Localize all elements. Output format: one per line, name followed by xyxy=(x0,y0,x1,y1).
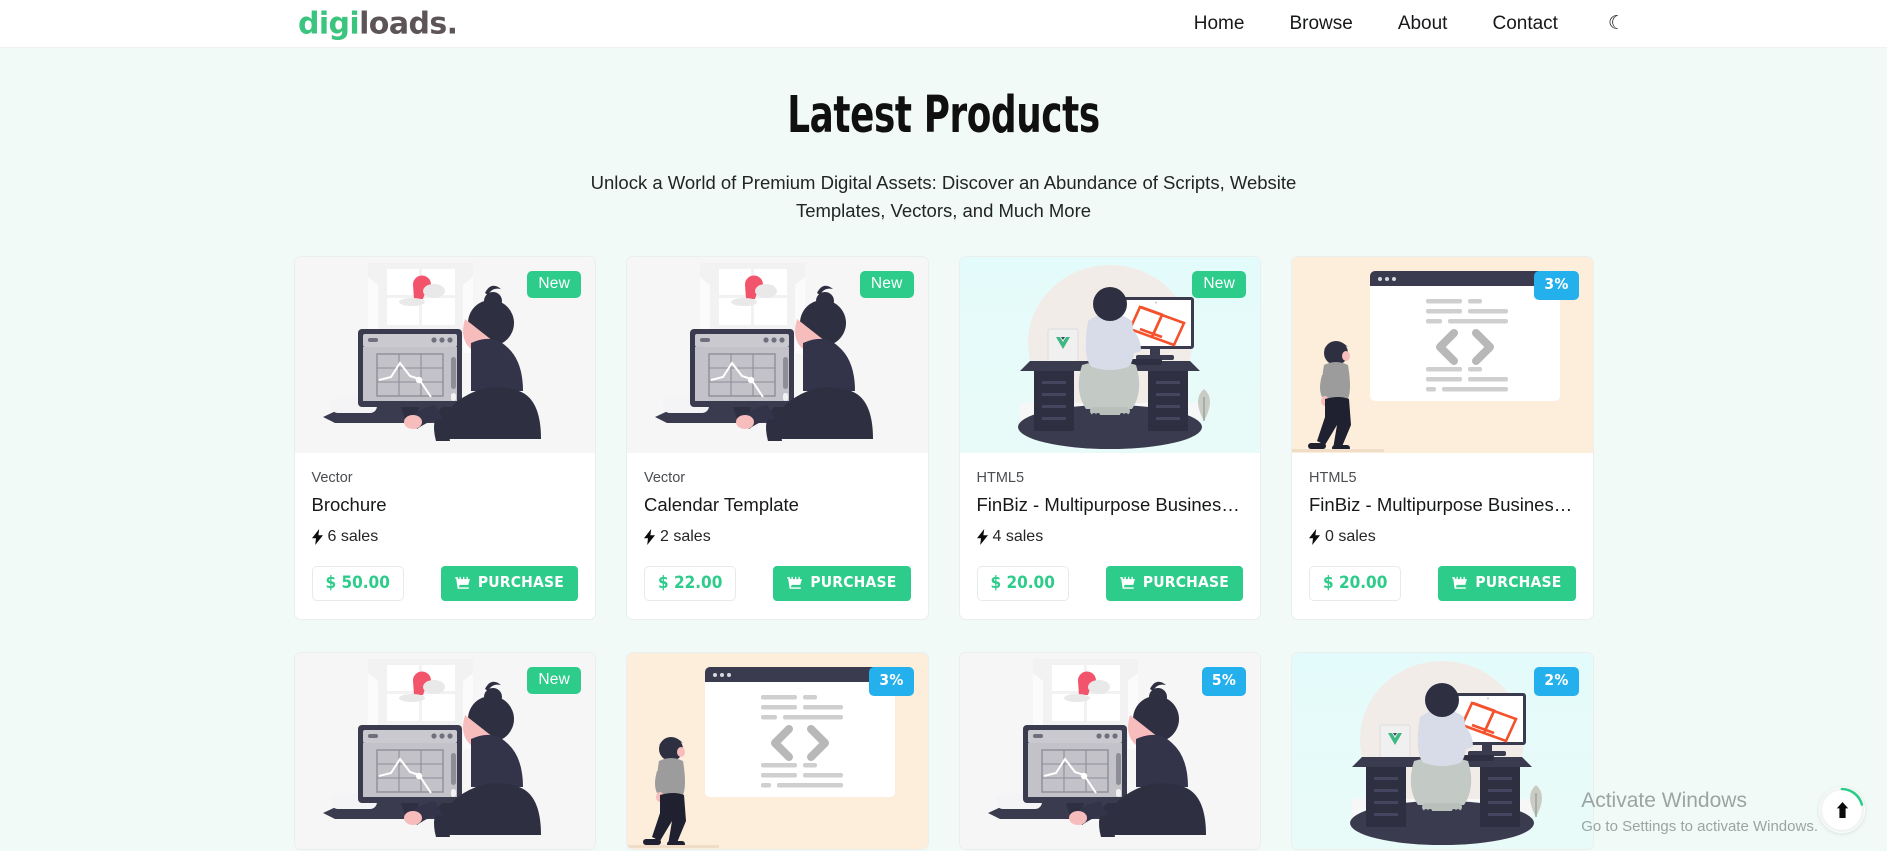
product-footer: $ 20.00 PURCHASE xyxy=(1309,566,1576,602)
bolt-icon xyxy=(976,529,988,546)
purchase-button-label: PURCHASE xyxy=(810,573,897,592)
product-card[interactable]: 3% xyxy=(626,652,929,851)
product-card[interactable]: New xyxy=(293,652,596,851)
product-image: New xyxy=(294,257,595,454)
purchase-button-label: PURCHASE xyxy=(477,573,564,592)
brand-logo-first: digi xyxy=(298,6,360,41)
watermark-subtitle: Go to Settings to activate Windows. xyxy=(1581,818,1818,835)
badge-discount[interactable]: 2% xyxy=(1534,667,1579,696)
product-grid-row-1: New Vector Brochure 6 sales $ 50.00 PURC… xyxy=(293,256,1594,621)
purchase-button[interactable]: PURCHASE xyxy=(1105,566,1243,601)
product-image: 3% xyxy=(627,653,928,850)
product-sales: 4 sales xyxy=(976,528,1244,546)
product-card[interactable]: 5% xyxy=(958,652,1261,851)
product-title[interactable]: Calendar Template xyxy=(644,493,911,516)
product-sales-count: 0 sales xyxy=(1325,528,1376,546)
product-price: $ 22.00 xyxy=(644,566,737,602)
product-card[interactable]: 3% xyxy=(1291,256,1594,621)
product-sales-count: 2 sales xyxy=(660,528,711,546)
product-image: 3% xyxy=(1292,257,1593,454)
product-info: Vector Calendar Template 2 sales $ 22.00… xyxy=(627,453,928,619)
product-category: HTML5 xyxy=(976,470,1025,487)
page-title: Latest Products xyxy=(787,86,1100,145)
page-head: Latest Products Unlock a World of Premiu… xyxy=(0,48,1887,224)
product-price: $ 20.00 xyxy=(1309,566,1402,602)
product-card[interactable]: 2% xyxy=(1291,652,1594,851)
watermark-title: Activate Windows xyxy=(1581,788,1747,812)
purchase-button[interactable]: PURCHASE xyxy=(1438,566,1576,601)
product-sales: 0 sales xyxy=(1309,528,1576,546)
product-sales-count: 4 sales xyxy=(992,528,1044,546)
scroll-to-top-button[interactable] xyxy=(1819,787,1865,833)
product-image: New xyxy=(959,257,1260,454)
product-sales-count: 6 sales xyxy=(327,528,379,546)
arrow-up-icon xyxy=(1835,801,1850,819)
purchase-button[interactable]: PURCHASE xyxy=(440,566,578,601)
product-sales: 2 sales xyxy=(644,528,911,546)
site-header: digiloads. Home Browse About Contact ☾ xyxy=(0,0,1887,48)
product-price: $ 50.00 xyxy=(311,566,404,602)
product-footer: $ 50.00 PURCHASE xyxy=(311,566,578,602)
cart-icon xyxy=(1452,576,1468,590)
badge-discount[interactable]: 5% xyxy=(1201,667,1246,696)
product-info: HTML5 FinBiz - Multipurpose Business... … xyxy=(1292,453,1593,619)
cart-icon xyxy=(454,576,471,590)
product-image: New xyxy=(294,653,595,850)
product-card[interactable]: New xyxy=(626,256,929,621)
product-image: 2% xyxy=(1292,653,1593,850)
product-image: 5% xyxy=(959,653,1260,850)
purchase-button-label: PURCHASE xyxy=(1475,573,1562,592)
nav-link-home[interactable]: Home xyxy=(1194,13,1245,35)
product-category: Vector xyxy=(644,470,686,487)
product-card[interactable]: New xyxy=(293,256,596,621)
product-image: New xyxy=(627,257,928,454)
product-info: Vector Brochure 6 sales $ 50.00 PURCHASE xyxy=(295,453,596,619)
product-info: HTML5 FinBiz - Multipurpose Business... … xyxy=(960,453,1261,619)
bolt-icon xyxy=(1309,529,1320,546)
product-footer: $ 22.00 PURCHASE xyxy=(644,566,911,602)
product-footer: $ 20.00 PURCHASE xyxy=(976,566,1243,602)
badge-new[interactable]: New xyxy=(859,271,914,298)
badge-new[interactable]: New xyxy=(1192,271,1246,298)
cart-icon xyxy=(787,576,803,590)
product-category: HTML5 xyxy=(1309,470,1357,487)
badge-new[interactable]: New xyxy=(527,667,581,694)
bolt-icon xyxy=(311,529,323,546)
product-card[interactable]: New xyxy=(958,256,1261,621)
purchase-button[interactable]: PURCHASE xyxy=(773,566,911,601)
product-title[interactable]: FinBiz - Multipurpose Business... xyxy=(1309,493,1576,516)
bolt-icon xyxy=(644,529,655,546)
badge-discount[interactable]: 3% xyxy=(1534,271,1579,300)
badge-discount[interactable]: 3% xyxy=(869,667,914,696)
product-category: Vector xyxy=(311,470,353,487)
nav-link-browse[interactable]: Browse xyxy=(1289,13,1352,35)
product-title[interactable]: FinBiz - Multipurpose Business... xyxy=(977,493,1244,516)
product-price: $ 20.00 xyxy=(976,566,1069,602)
nav-link-contact[interactable]: Contact xyxy=(1492,13,1557,35)
brand-logo-second: loads. xyxy=(359,6,458,41)
product-grid-row-2: New 3% 5% 2% xyxy=(293,652,1594,851)
main-nav: Home Browse About Contact ☾ xyxy=(1194,13,1625,35)
product-sales: 6 sales xyxy=(311,528,579,546)
windows-activation-watermark: Activate Windows Go to Settings to activ… xyxy=(1581,788,1818,837)
product-title[interactable]: Brochure xyxy=(312,493,579,516)
brand-logo[interactable]: digiloads. xyxy=(298,6,458,41)
badge-new[interactable]: New xyxy=(527,271,581,298)
nav-link-about[interactable]: About xyxy=(1398,13,1448,35)
page-subtitle: Unlock a World of Premium Digital Assets… xyxy=(590,172,1297,221)
moon-icon[interactable]: ☾ xyxy=(1608,14,1625,33)
cart-icon xyxy=(1119,576,1136,590)
purchase-button-label: PURCHASE xyxy=(1142,573,1229,592)
